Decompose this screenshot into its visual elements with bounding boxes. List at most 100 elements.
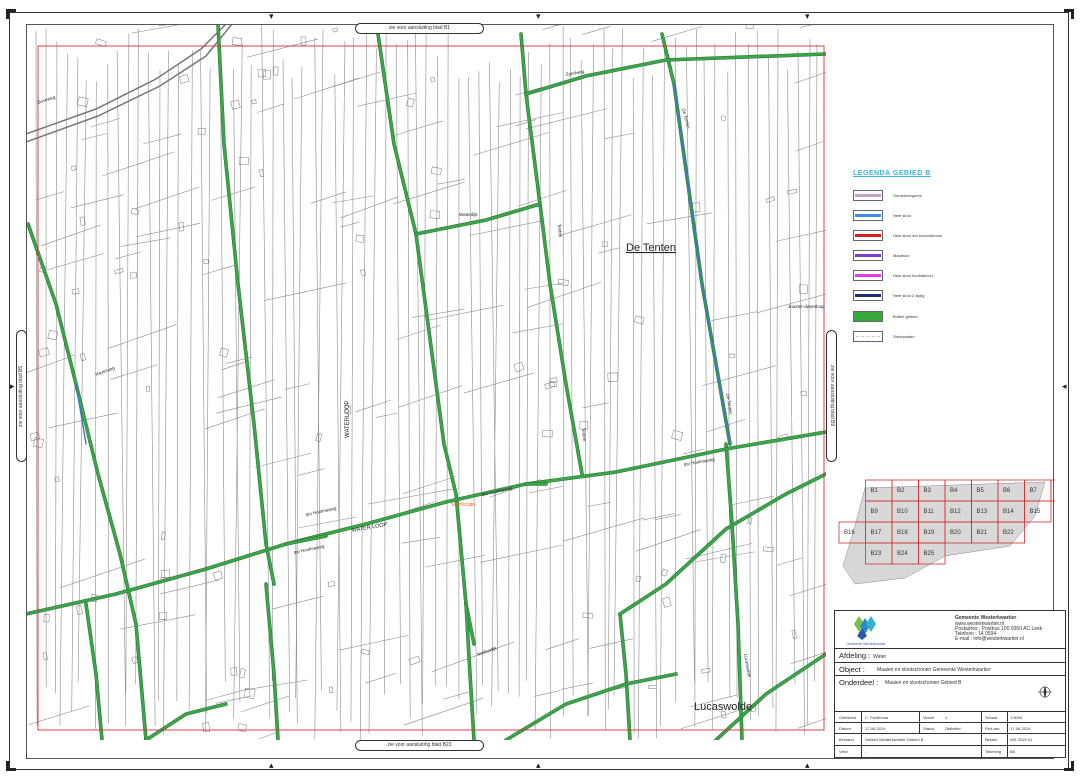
versie-value: 1 — [945, 715, 948, 720]
onderdeel-label: Onderdeel : — [839, 678, 879, 687]
index-cell-label: B18 — [897, 530, 908, 536]
bestand-label: Bestand — [839, 737, 854, 742]
legend-swatch — [853, 209, 883, 221]
row-bestand: Bestand Gebied Westerkwartier Gebied B B… — [835, 733, 1065, 745]
row-view: View - Tekening B8 — [835, 745, 1065, 757]
view-value: - — [865, 749, 867, 754]
index-cell-label: B2 — [897, 488, 905, 494]
index-cell-label: B19 — [924, 530, 935, 536]
tekening-label: Tekening — [985, 749, 1002, 754]
legend-label: Struinpaden — [893, 333, 915, 339]
index-cell-label: B3 — [924, 488, 932, 494]
org-email[interactable]: E-mail : info@westerkwartier.nl — [955, 636, 1024, 642]
object-label: Object : — [839, 665, 865, 674]
row-object: Object : Maaien en slootschonen Gemeente… — [835, 662, 1065, 675]
bestek-value: WK 2019-01 — [1010, 737, 1033, 742]
corner-mark-bottom-left — [6, 761, 16, 771]
bestand-value: Gebied Westerkwartier Gebied B — [865, 737, 924, 742]
plot-label: Plot van — [985, 726, 1000, 731]
schaal-value: 1:5000 — [1010, 715, 1023, 720]
corner-mark-top-right — [1064, 9, 1074, 19]
legend-label: Hele sloot incl bovenstroom — [893, 232, 943, 238]
sheet-ref-right[interactable]: zie voor aansluiting blad B9 — [826, 330, 837, 462]
legend-label: Hele sloot hoofdafvoer — [893, 273, 934, 279]
legend-item: Gemeentegrens — [853, 186, 963, 204]
legend-item: Struinpaden — [853, 327, 963, 345]
index-cell-label: B22 — [1003, 530, 1014, 536]
index-cell-label: B17 — [871, 530, 882, 536]
legend-label: Maaibuur — [893, 253, 910, 259]
tb-divider-3 — [1007, 711, 1008, 757]
plot-value: 17-06-2019 — [1010, 726, 1031, 731]
tick-arrow-bottom-1: ▴ — [269, 760, 274, 770]
schaal-label: Schaal — [985, 715, 998, 720]
index-cell-label: B12 — [950, 509, 961, 515]
index-cell — [1050, 479, 1055, 502]
corner-mark-bottom-right — [1064, 761, 1074, 771]
index-cell-label: B11 — [924, 509, 935, 515]
legend-swatch — [853, 330, 883, 342]
legend-item: Maaibuur — [853, 247, 963, 265]
versie-label: Versie — [923, 715, 935, 720]
tick-arrow-right: ◂ — [1062, 381, 1067, 391]
legend-swatch — [853, 290, 883, 302]
tick-arrow-bottom-2: ▴ — [536, 760, 541, 770]
index-cell-label: B14 — [1003, 509, 1014, 515]
row-datum: Datum 17-06-2019 Status Definitief Plot … — [835, 722, 1065, 733]
sheet-ref-top[interactable]: zie voor aansluiting blad B1 — [355, 23, 484, 34]
status-label: Status — [923, 726, 935, 731]
corner-mark-top-left — [6, 9, 16, 19]
index-cell-label: B15 — [1030, 509, 1041, 515]
index-cell-label: B1 — [871, 488, 879, 494]
legend-label: Buiten gebied — [893, 313, 918, 319]
legend-label: Hele sloot 2 zijdig — [893, 293, 925, 299]
tick-arrow-left: ▸ — [10, 381, 15, 391]
row-getekend: Getekend C. Posthuma Versie 1 Schaal 1:5… — [835, 711, 1065, 722]
legend-swatch — [853, 310, 883, 322]
object-value: Maaien en slootschonen Gemeente Westerkw… — [877, 667, 991, 673]
index-cell-label: B4 — [950, 488, 958, 494]
legend-title: LEGENDA GEBIED B — [853, 170, 931, 177]
afdeling-label: Afdeling : — [839, 651, 871, 660]
legend-item: Hele sloot hoofdafvoer — [853, 267, 963, 285]
index-cell-label: B5 — [977, 488, 985, 494]
tb-divider-2 — [981, 711, 982, 757]
datum-label: Datum — [839, 726, 851, 731]
view-label: View — [839, 749, 848, 754]
row-afdeling: Afdeling : Water — [835, 648, 1065, 662]
legend-label: Gemeentegrens — [893, 192, 922, 198]
index-cell-label: B13 — [977, 509, 988, 515]
index-cell-label: B23 — [871, 551, 882, 557]
index-cell-label: B25 — [924, 551, 935, 557]
tick-arrow-top-1: ▾ — [269, 11, 274, 21]
datum-value: 17-06-2019 — [865, 726, 886, 731]
index-cell-label: B21 — [977, 530, 988, 536]
sheet-ref-left[interactable]: zie voor aansluiting blad B5 — [16, 330, 27, 462]
map-legend: LEGENDA GEBIED B Gemeentegrens Hele sloot… — [853, 170, 963, 348]
getekend-label: Getekend — [839, 715, 857, 720]
legend-item: Hele sloot 2 zijdig — [853, 287, 963, 305]
getekend-value: C. Posthuma — [865, 715, 889, 720]
index-cell-label: B7 — [1030, 488, 1038, 494]
legend-item: Buiten gebied — [853, 307, 963, 325]
index-cell-label: B10 — [897, 509, 908, 515]
index-cell-label: B20 — [950, 530, 961, 536]
status-value: Definitief — [945, 726, 961, 731]
tick-arrow-bottom-3: ▴ — [805, 760, 810, 770]
onderdeel-value: Maaien en slootschonen Gebied B — [885, 680, 962, 686]
north-arrow-icon — [1038, 685, 1052, 699]
legend-label: Hele sloot — [893, 212, 911, 218]
bestek-label: Bestek — [985, 737, 998, 742]
sheet-ref-bottom[interactable]: zie voor aansluiting blad B23 — [355, 740, 484, 751]
afdeling-value: Water — [873, 654, 887, 660]
index-cell-label: B6 — [1003, 488, 1011, 494]
tick-arrow-top-3: ▾ — [805, 11, 810, 21]
index-map[interactable]: B1B2B3B4B5B6B7B8B9B10B11B12B13B14B15B16B… — [835, 476, 1055, 601]
municipality-logo: Gemeente Westerkwartier — [846, 616, 887, 646]
svg-text:Gemeente Westerkwartier: Gemeente Westerkwartier — [846, 642, 886, 646]
tekening-value: B8 — [1010, 749, 1015, 754]
row-onderdeel: Onderdeel : Maaien en slootschonen Gebie… — [835, 675, 1065, 711]
index-cell-label: B16 — [844, 530, 855, 536]
legend-swatch — [853, 250, 883, 262]
legend-swatch — [853, 270, 883, 282]
